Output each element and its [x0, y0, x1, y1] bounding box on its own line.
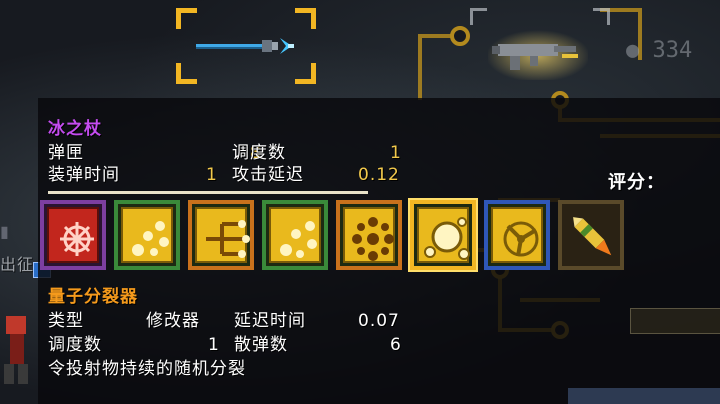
mod-name: 量子分裂器	[48, 287, 138, 307]
mod-stat-value: 修改器	[146, 311, 200, 331]
side-label: 出征	[0, 255, 35, 274]
mod-stat-label: 类型	[48, 311, 84, 331]
weapon-slot-secondary[interactable]	[470, 8, 610, 94]
mod-stat-value-b: 6	[390, 335, 402, 355]
mod-slot-burst[interactable]	[40, 200, 106, 270]
mod-slot-scatter[interactable]	[114, 200, 180, 270]
vortex-icon	[503, 221, 539, 257]
mod-slot-trident[interactable]	[188, 200, 254, 270]
stat-label-b: 攻击延迟	[232, 165, 304, 185]
mod-slot-scatter[interactable]	[262, 200, 328, 270]
ice-staff-icon	[196, 38, 294, 54]
stat-value-b: 1	[390, 143, 402, 163]
scatter-icon	[132, 221, 169, 256]
weapon-slot-active[interactable]	[176, 8, 316, 84]
coin-icon: ●	[626, 38, 640, 63]
faded-button	[630, 308, 720, 334]
mod-description: 令投射物持续的随机分裂	[48, 359, 246, 379]
coin-counter: ● 334	[626, 38, 692, 63]
frame-corner	[470, 8, 487, 25]
mod-slot-snowflake[interactable]	[336, 200, 402, 270]
score-label: 评分：	[608, 172, 665, 193]
frame-corner	[176, 8, 197, 29]
snowflake-icon	[352, 217, 394, 261]
mod-slot-quantum-split[interactable]	[410, 200, 476, 270]
mod-stat-label-b: 延迟时间	[234, 311, 306, 331]
character-sprite-icon	[4, 316, 28, 384]
coin-value: 334	[652, 38, 693, 63]
bottom-chip	[568, 388, 720, 404]
mod-stat-value: 1	[208, 335, 220, 355]
divider	[48, 191, 368, 194]
mod-stat-label: 调度数	[48, 335, 102, 355]
weapon-stat-row: 弹匣 8	[48, 142, 408, 164]
frame-corner	[295, 63, 316, 84]
stat-label: 弹匣	[48, 143, 84, 163]
mod-slot-vortex[interactable]	[484, 200, 550, 270]
stat-value: 1	[206, 165, 218, 185]
frame-corner	[295, 8, 316, 29]
faded-chip: ▮	[0, 222, 9, 241]
quantum-split-icon	[424, 217, 470, 260]
mod-stat-label-b: 散弹数	[234, 335, 288, 355]
trident-icon	[206, 220, 250, 258]
stat-label: 装弹时间	[48, 165, 120, 185]
rocket-icon	[573, 217, 612, 256]
mod-stat-value-b: 0.07	[358, 311, 400, 331]
frame-corner	[593, 8, 610, 25]
frame-corner	[176, 63, 197, 84]
burst-icon	[60, 222, 94, 256]
scatter-icon	[280, 221, 317, 258]
mod-slot-rocket[interactable]	[558, 200, 624, 270]
game-scene: ● 334 ▮ 出征 冰之杖 弹匣 8 调度数 1 装弹时间 1 攻击延迟 0.…	[0, 0, 720, 404]
stat-label-b: 调度数	[232, 143, 286, 163]
weapon-name: 冰之杖	[48, 119, 102, 139]
rifle-icon	[488, 30, 588, 80]
stat-value-b: 0.12	[358, 165, 400, 185]
